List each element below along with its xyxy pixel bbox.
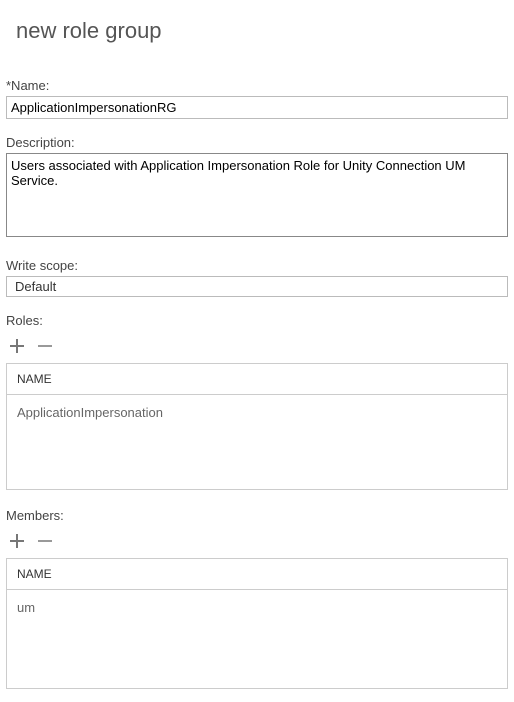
- members-remove-button[interactable]: [36, 532, 54, 550]
- plus-icon: [9, 533, 25, 549]
- members-column-header: NAME: [7, 559, 507, 590]
- members-add-button[interactable]: [8, 532, 26, 550]
- name-input[interactable]: [6, 96, 508, 119]
- table-row[interactable]: ApplicationImpersonation: [17, 403, 497, 422]
- minus-icon: [37, 338, 53, 354]
- members-table: NAME um: [6, 558, 508, 689]
- members-list-body[interactable]: um: [7, 590, 507, 688]
- roles-list-body[interactable]: ApplicationImpersonation: [7, 395, 507, 489]
- name-label: *Name:: [6, 78, 508, 93]
- roles-column-header: NAME: [7, 364, 507, 395]
- members-label: Members:: [6, 508, 508, 523]
- description-label: Description:: [6, 135, 508, 150]
- write-scope-select[interactable]: Default: [6, 276, 508, 297]
- plus-icon: [9, 338, 25, 354]
- table-row[interactable]: um: [17, 598, 497, 617]
- page-title: new role group: [16, 18, 508, 44]
- description-textarea[interactable]: Users associated with Application Impers…: [6, 153, 508, 237]
- write-scope-label: Write scope:: [6, 258, 508, 273]
- roles-label: Roles:: [6, 313, 508, 328]
- roles-add-button[interactable]: [8, 337, 26, 355]
- roles-remove-button[interactable]: [36, 337, 54, 355]
- roles-table: NAME ApplicationImpersonation: [6, 363, 508, 490]
- minus-icon: [37, 533, 53, 549]
